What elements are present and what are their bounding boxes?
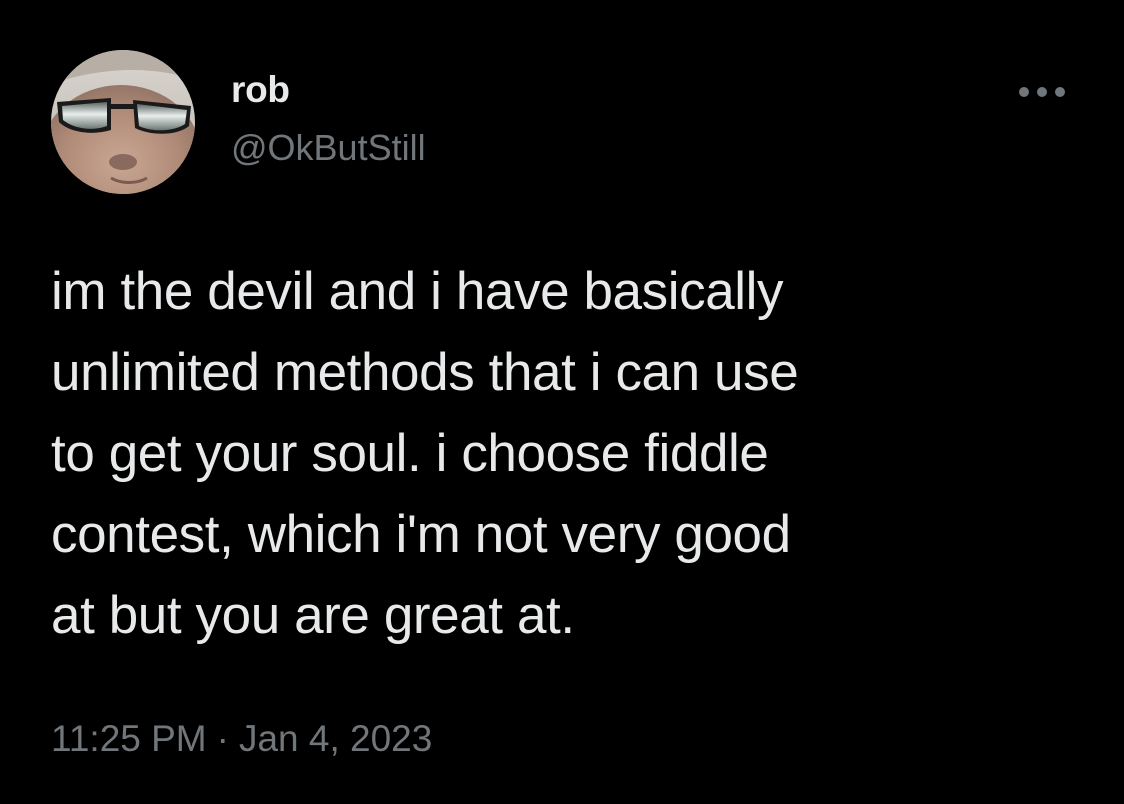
tweet-card: rob @OkButStill im the devil and i have … bbox=[0, 0, 1124, 804]
author-display-name[interactable]: rob bbox=[231, 68, 290, 112]
tweet-text-line: unlimited methods that i can use bbox=[51, 343, 799, 402]
tweet-time[interactable]: 11:25 PM bbox=[51, 718, 207, 759]
author-handle[interactable]: @OkButStill bbox=[231, 126, 426, 170]
tweet-text-line: im the devil and i have basically bbox=[51, 262, 784, 321]
more-horizontal-icon bbox=[1019, 87, 1065, 97]
tweet-text-line: contest, which i'm not very good bbox=[51, 505, 791, 564]
avatar-photo-icon bbox=[51, 50, 195, 194]
author-avatar[interactable] bbox=[51, 50, 195, 194]
tweet-text: im the devil and i have basically unlimi… bbox=[51, 251, 1061, 656]
tweet-date[interactable]: Jan 4, 2023 bbox=[239, 718, 432, 759]
meta-separator: · bbox=[216, 718, 229, 759]
more-options-button[interactable] bbox=[1010, 72, 1074, 112]
tweet-text-line: at but you are great at. bbox=[51, 586, 575, 645]
tweet-text-line: to get your soul. i choose fiddle bbox=[51, 424, 769, 483]
tweet-timestamp: 11:25 PM · Jan 4, 2023 bbox=[51, 716, 432, 762]
